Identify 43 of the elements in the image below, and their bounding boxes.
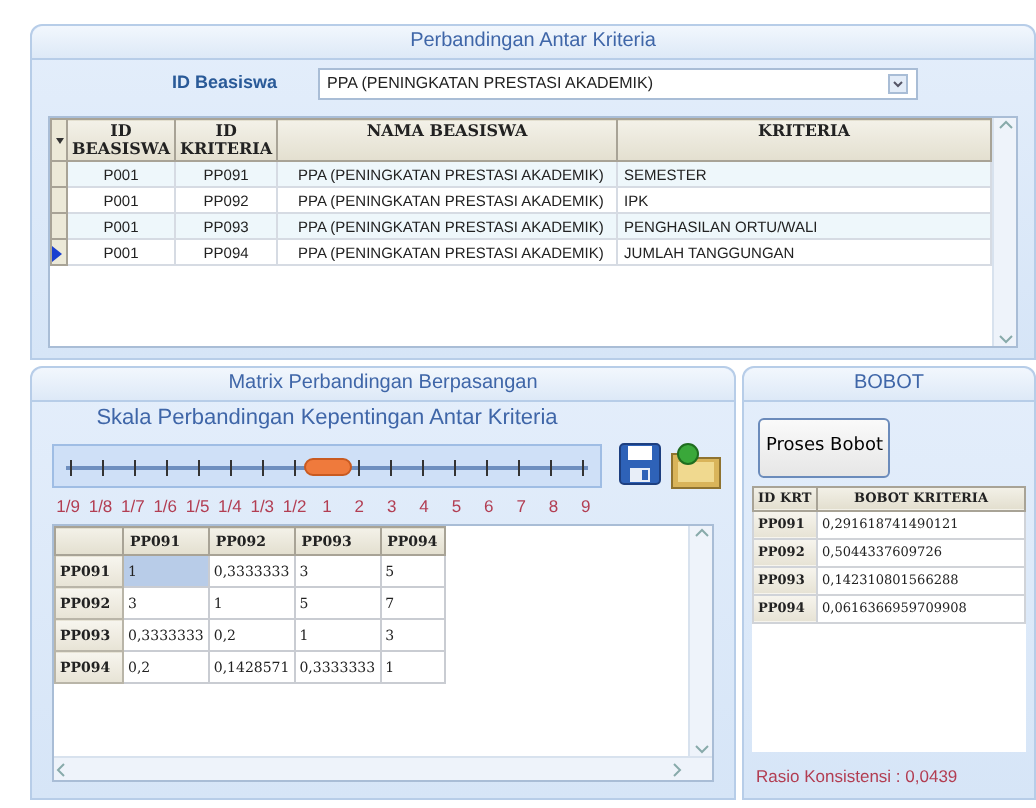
scale-label: 8: [546, 493, 561, 519]
dropdown[interactable]: PPA (PENINGKATAN PRESTASI AKADEMIK): [317, 68, 918, 100]
consistency-ratio: Rasio Konsistensi : 0,0439: [754, 764, 960, 791]
scale-label: 1/6: [151, 493, 180, 519]
field-label: ID Beasiswa: [172, 70, 278, 97]
slider-track[interactable]: [52, 443, 602, 487]
scroll-down-icon[interactable]: [693, 740, 709, 756]
scale-label: 1/9: [54, 493, 82, 519]
panel-title: BOBOT: [744, 368, 1034, 402]
column-header[interactable]: ID BEASISWA: [67, 119, 176, 162]
scale-label: 3: [384, 493, 399, 519]
scale-label: 1/7: [119, 493, 147, 519]
sort-icon[interactable]: [55, 137, 63, 146]
column-header[interactable]: ID KRITERIA: [175, 119, 278, 162]
folder-icon[interactable]: [670, 442, 722, 490]
scale-label: 1/2: [280, 493, 309, 519]
slider-thumb[interactable]: [303, 457, 351, 475]
panel-title: Perbandingan Antar Kriteria: [32, 26, 1034, 60]
scale-label: 5: [449, 493, 464, 519]
save-icon[interactable]: [618, 442, 662, 486]
scale-label: 1/3: [248, 493, 277, 519]
scale-label: 1/8: [86, 493, 115, 519]
scroll-right-icon[interactable]: [668, 761, 684, 777]
scroll-up-icon[interactable]: [997, 118, 1013, 134]
scale-label: 2: [352, 493, 367, 519]
scale-label: 9: [579, 493, 593, 519]
column-header[interactable]: KRITERIA: [617, 119, 991, 162]
scale-title: Skala Perbandingan Kepentingan Antar Kriteria: [94, 404, 560, 434]
scroll-down-icon[interactable]: [997, 330, 1013, 346]
scale-label: 1/5: [183, 493, 212, 519]
scale-label: 6: [482, 493, 496, 519]
scroll-left-icon[interactable]: [54, 761, 70, 777]
column-header[interactable]: NAMA BEASISWA: [277, 119, 618, 162]
scale-label: 7: [514, 493, 528, 519]
scale-label: 1: [320, 493, 334, 519]
scale-label: 1/4: [216, 493, 244, 519]
corner-header: [55, 527, 123, 556]
process-button[interactable]: Proses Bobot: [758, 418, 891, 477]
vertical-scrollbar[interactable]: [688, 526, 712, 756]
panel-title: Matrix Perbandingan Berpasangan: [32, 368, 734, 402]
vertical-scrollbar[interactable]: [992, 118, 1016, 346]
horizontal-scrollbar[interactable]: [54, 756, 712, 780]
scale-label: 4: [417, 493, 431, 519]
